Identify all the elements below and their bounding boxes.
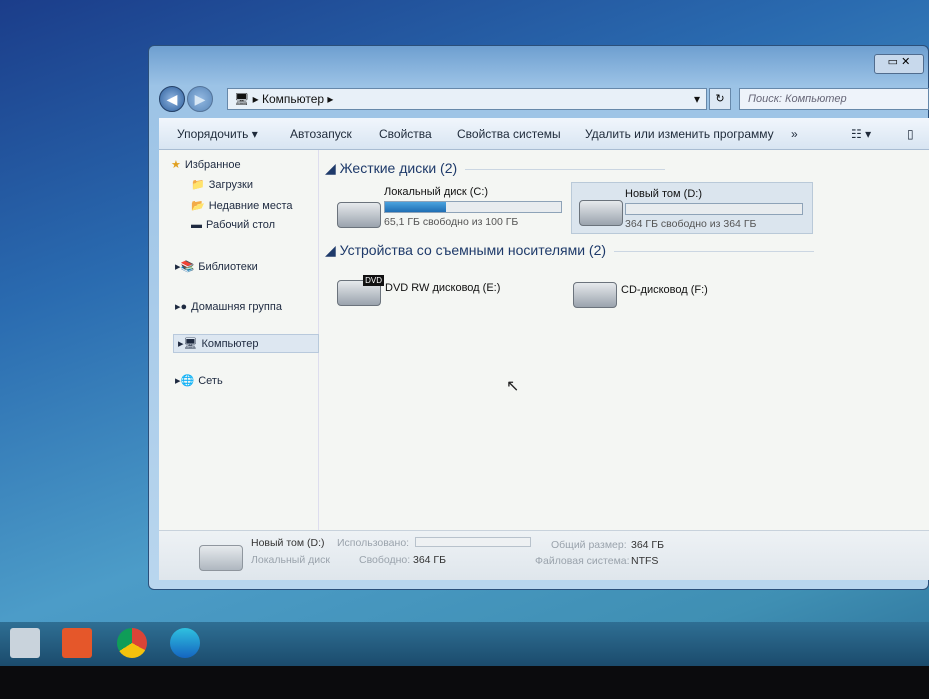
library-icon: ▸📚 <box>175 261 195 273</box>
explorer-window: ▭ ✕ ◀ ▶ 🖥 ▸ Компьютер ▸ ▾ ↻ Поиск: Компь… <box>148 45 929 590</box>
sidebar-item-homegroup[interactable]: ▸● Домашняя группа <box>175 300 282 314</box>
fs-label: Файловая система: <box>535 555 630 567</box>
drive-icon <box>579 200 623 226</box>
drive-icon <box>199 545 243 571</box>
drive-free-space: 364 ГБ свободно из 364 ГБ <box>625 218 757 230</box>
homegroup-icon: ▸● <box>175 301 188 313</box>
back-button[interactable]: ◀ <box>159 86 185 112</box>
sidebar-item-computer[interactable]: ▸🖥 Компьютер <box>173 334 319 353</box>
drive-name: DVD RW дисковод (E:) <box>385 282 501 294</box>
drive-d[interactable]: Новый том (D:) 364 ГБ свободно из 364 ГБ <box>625 188 803 230</box>
total-label: Общий размер: <box>551 539 627 551</box>
computer-icon: 🖥 <box>234 92 250 106</box>
details-type: Локальный диск <box>251 554 330 566</box>
content-area: ★ Избранное 📁 Загрузки 📂 Недавние места ▬ Ра… <box>159 150 929 530</box>
drive-c[interactable]: Локальный диск (C:) 65,1 ГБ свободно из … <box>384 186 562 228</box>
star-icon: ★ <box>171 159 181 171</box>
drive-usage-bar <box>384 201 562 213</box>
navigation-pane: ★ Избранное 📁 Загрузки 📂 Недавние места ▬ Ра… <box>159 150 319 530</box>
more-button[interactable]: » <box>791 127 798 141</box>
recent-places-icon: 📂 <box>191 200 205 212</box>
label: Загрузки <box>208 178 253 191</box>
total-value: 364 ГБ <box>631 539 665 551</box>
label: Компьютер <box>201 337 259 350</box>
details-usage-bar <box>415 537 531 547</box>
label: Библиотеки <box>198 260 258 273</box>
details-name: Новый том (D:) <box>251 537 325 549</box>
desktop-icon: ▬ <box>191 219 202 231</box>
drive-name: Локальный диск (C:) <box>384 186 489 198</box>
media-player-taskbar-icon[interactable] <box>62 628 92 658</box>
mouse-cursor-icon: ↖ <box>506 378 520 395</box>
fs-value: NTFS <box>631 555 659 567</box>
used-label: Использовано: <box>337 537 410 549</box>
organize-button[interactable]: Упорядочить ▾ <box>177 127 258 141</box>
free-value: 364 ГБ <box>413 554 447 566</box>
computer-icon: ▸🖥 <box>178 338 198 350</box>
group-title: Жесткие диски (2) <box>339 160 458 176</box>
sidebar-item-libraries[interactable]: ▸📚 Библиотеки <box>175 260 258 274</box>
drive-name: Новый том (D:) <box>625 188 702 200</box>
drive-name: CD-дисковод (F:) <box>621 284 708 296</box>
autoplay-button[interactable]: Автозапуск <box>290 127 352 141</box>
breadcrumb-computer[interactable]: Компьютер <box>262 92 324 106</box>
search-input[interactable]: Поиск: Компьютер <box>739 88 929 110</box>
details-pane: Новый том (D:) Локальный диск Использова… <box>159 530 929 580</box>
sidebar-item-downloads[interactable]: 📁 Загрузки <box>191 178 253 192</box>
explorer-taskbar-icon[interactable] <box>10 628 40 658</box>
preview-pane-button[interactable]: ▯ <box>907 127 914 141</box>
taskbar <box>0 622 929 666</box>
monitor-bezel <box>0 666 929 699</box>
sidebar-item-recent[interactable]: 📂 Недавние места <box>191 199 293 213</box>
breadcrumb-separator[interactable]: ▸ <box>327 92 333 106</box>
label: Рабочий стол <box>206 219 276 231</box>
label: Домашняя группа <box>191 300 282 313</box>
drive-usage-bar <box>625 203 803 215</box>
chrome-taskbar-icon[interactable] <box>117 628 147 658</box>
drive-free-space: 65,1 ГБ свободно из 100 ГБ <box>384 216 519 228</box>
view-options-button[interactable]: ☷ ▾ <box>851 127 871 141</box>
drive-e[interactable]: DVD RW дисковод (E:) <box>385 282 500 294</box>
cd-drive-icon <box>573 282 617 308</box>
collapse-icon: ◢ <box>325 242 340 258</box>
network-icon: ▸🌐 <box>175 375 195 387</box>
collapse-icon: ◢ <box>325 160 340 176</box>
label: Сеть <box>198 374 223 387</box>
label: Избранное <box>184 158 241 171</box>
forward-button[interactable]: ▶ <box>187 86 213 112</box>
address-dropdown-icon[interactable]: ▾ <box>694 89 700 109</box>
label: Недавние места <box>208 199 293 212</box>
uninstall-program-button[interactable]: Удалить или изменить программу <box>585 127 774 141</box>
windows-drive-icon <box>337 202 381 228</box>
free-label: Свободно: <box>359 554 411 566</box>
window-controls[interactable]: ▭ ✕ <box>874 54 924 74</box>
address-bar[interactable]: 🖥 ▸ Компьютер ▸ ▾ <box>227 88 707 110</box>
dvd-badge: DVD <box>363 275 384 286</box>
command-bar: Упорядочить ▾ Автозапуск Свойства Свойст… <box>159 118 929 150</box>
sidebar-item-network[interactable]: ▸🌐 Сеть <box>175 374 223 388</box>
breadcrumb-separator: ▸ <box>252 92 259 106</box>
group-title: Устройства со съемными носителями (2) <box>339 242 607 258</box>
refresh-button[interactable]: ↻ <box>709 88 731 110</box>
sidebar-item-desktop[interactable]: ▬ Рабочий стол <box>191 219 275 231</box>
group-hard-disks[interactable]: ◢ Жесткие диски (2) <box>325 160 666 177</box>
drive-f[interactable]: CD-дисковод (F:) <box>621 284 708 296</box>
dvd-drive-icon: DVD <box>337 275 384 306</box>
system-properties-button[interactable]: Свойства системы <box>457 127 561 141</box>
edge-taskbar-icon[interactable] <box>170 628 200 658</box>
sidebar-item-favorites[interactable]: ★ Избранное <box>171 158 241 172</box>
folder-icon: 📁 <box>191 179 205 191</box>
group-removable[interactable]: ◢ Устройства со съемными носителями (2) <box>325 242 815 259</box>
properties-button[interactable]: Свойства <box>379 127 432 141</box>
